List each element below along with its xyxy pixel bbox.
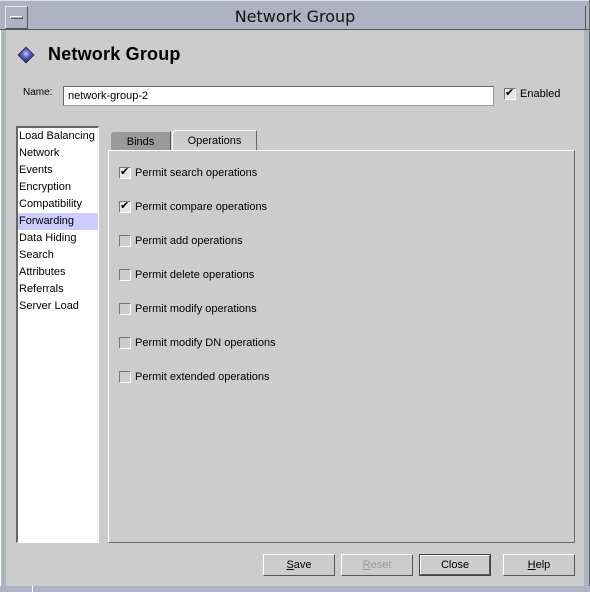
page-header: Network Group [16,44,181,65]
permit-add-checkbox[interactable] [119,235,131,247]
permit-delete-row[interactable]: Permit delete operations [119,269,254,281]
sidebar-item-network[interactable]: Network [18,145,98,162]
permit-modify-checkbox[interactable] [119,303,131,315]
name-label: Name: [23,87,53,98]
permit-add-row[interactable]: Permit add operations [119,235,243,247]
permit-search-checkbox[interactable] [119,165,131,179]
permit-compare-label: Permit compare operations [135,201,268,213]
save-button[interactable]: Save [263,554,335,576]
sidebar-item-server-load[interactable]: Server Load [18,298,98,315]
save-label-rest: ave [293,559,312,571]
permit-modify-dn-row[interactable]: Permit modify DN operations [119,337,276,349]
window-title: Network Group [234,7,356,26]
category-list[interactable]: Load Balancing Network Events Encryption… [16,126,99,543]
save-mnemonic: S [286,559,294,571]
permit-extended-row[interactable]: Permit extended operations [119,371,270,383]
sidebar-item-data-hiding[interactable]: Data Hiding [18,230,98,247]
sidebar-item-forwarding[interactable]: Forwarding [18,213,98,230]
sidebar-item-encryption[interactable]: Encryption [18,179,98,196]
operations-panel: Permit search operations Permit compare … [108,150,575,543]
sidebar-item-load-balancing[interactable]: Load Balancing [18,128,98,145]
permit-add-label: Permit add operations [135,235,243,247]
reset-mnemonic: R [362,559,371,571]
window-resize-notch [32,586,33,592]
title-bar-edge [585,6,586,29]
sidebar-item-compatibility[interactable]: Compatibility [18,196,98,213]
name-input[interactable] [63,86,494,106]
permit-search-label: Permit search operations [135,167,258,179]
permit-modify-row[interactable]: Permit modify operations [119,303,257,315]
sidebar-item-events[interactable]: Events [18,162,98,179]
help-mnemonic: H [527,559,536,571]
enabled-checkbox[interactable] [504,86,516,100]
permit-extended-checkbox[interactable] [119,371,131,383]
permit-extended-label: Permit extended operations [135,371,270,383]
tab-binds[interactable]: Binds [110,131,171,150]
permit-compare-row[interactable]: Permit compare operations [119,199,268,213]
tab-bar: Binds Operations [110,130,258,151]
page-title: Network Group [48,44,181,64]
permit-delete-label: Permit delete operations [135,269,255,281]
diamond-icon [17,46,35,63]
sidebar-item-search[interactable]: Search [18,247,98,264]
sidebar-item-attributes[interactable]: Attributes [18,264,98,281]
reset-button[interactable]: Reset [341,554,413,576]
sidebar-item-referrals[interactable]: Referrals [18,281,98,298]
permit-modify-dn-checkbox[interactable] [119,337,131,349]
enabled-checkbox-row[interactable]: Enabled [504,86,561,100]
permit-compare-checkbox[interactable] [119,199,131,213]
permit-modify-label: Permit modify operations [135,303,257,315]
help-label-rest: elp [535,559,551,571]
enabled-label: Enabled [520,88,561,100]
title-bar[interactable]: Network Group [0,0,590,30]
help-button[interactable]: Help [503,554,575,576]
permit-search-row[interactable]: Permit search operations [119,165,258,179]
tab-operations[interactable]: Operations [172,130,257,151]
reset-label-rest: eset [370,559,392,571]
permit-modify-dn-label: Permit modify DN operations [135,337,276,349]
close-button[interactable]: Close [419,554,491,576]
permit-delete-checkbox[interactable] [119,269,131,281]
